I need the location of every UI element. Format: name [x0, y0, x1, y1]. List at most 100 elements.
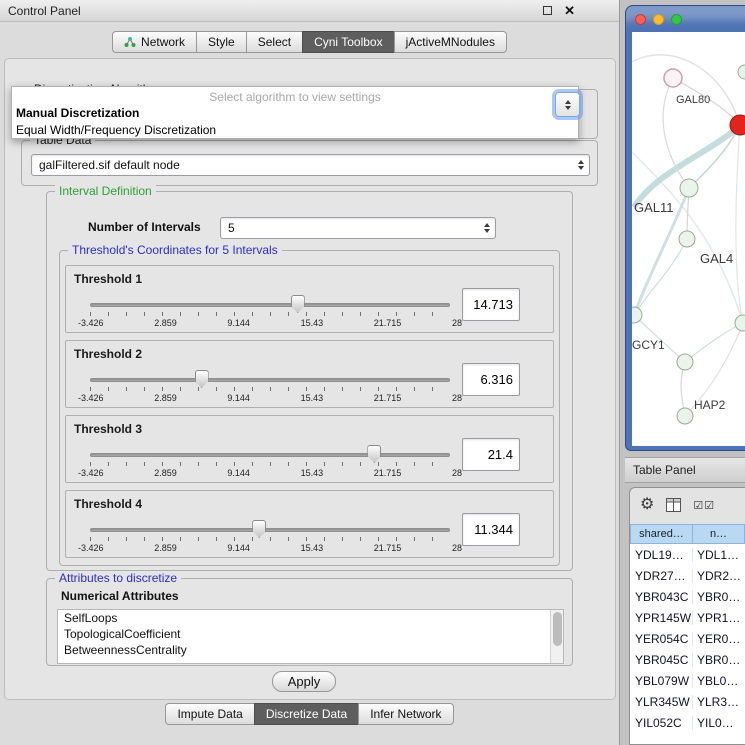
- threshold-4-box: Threshold 4 -3.4262.8599.14415.4321.7152…: [65, 490, 554, 558]
- tab-infer-network[interactable]: Infer Network: [358, 703, 453, 725]
- slider-track[interactable]: [90, 453, 450, 457]
- list-item[interactable]: SelfLoops: [58, 610, 563, 626]
- slider-thumb[interactable]: [367, 445, 381, 463]
- tab-select[interactable]: Select: [246, 31, 302, 53]
- gene-node[interactable]: [677, 354, 693, 370]
- threshold-2-slider[interactable]: [90, 371, 450, 393]
- tab-impute-data[interactable]: Impute Data: [165, 703, 253, 725]
- network-view-window: GAL80 GAL11 GAL4 GCY1 HAP2: [625, 5, 745, 451]
- threshold-4-slider[interactable]: [90, 521, 450, 543]
- table-panel-header: Table Panel: [625, 457, 745, 483]
- list-scrollbar[interactable]: [550, 610, 563, 663]
- threshold-3-label: Threshold 3: [74, 422, 142, 436]
- threshold-1-value-field[interactable]: [462, 288, 520, 321]
- gene-node-gal11[interactable]: [680, 179, 698, 197]
- apply-button[interactable]: Apply: [272, 671, 336, 692]
- threshold-4-value-field[interactable]: [462, 513, 520, 546]
- slider-track[interactable]: [90, 303, 450, 307]
- numerical-attributes-list[interactable]: SelfLoopsTopologicalCoefficientBetweenne…: [57, 609, 564, 664]
- close-icon[interactable]: ✕: [564, 4, 575, 17]
- algorithm-placeholder: Select algorithm to view settings: [12, 87, 578, 105]
- gene-node-gal80[interactable]: [664, 69, 682, 87]
- slider-ticks: [90, 537, 450, 541]
- num-intervals-value: 5: [221, 221, 235, 235]
- float-window-icon[interactable]: [543, 6, 552, 15]
- dropdown-option-manual[interactable]: Manual Discretization: [12, 105, 578, 122]
- table-data-group: Table Data galFiltered.sif default node: [21, 140, 598, 186]
- slider-thumb[interactable]: [195, 370, 209, 388]
- algorithm-dropdown-popup: Select algorithm to view settings Manual…: [11, 86, 579, 139]
- gene-node-gal4[interactable]: [679, 231, 695, 247]
- table-data-combo[interactable]: galFiltered.sif default node: [31, 154, 590, 176]
- table-row[interactable]: YPR145W YPR1…: [630, 607, 745, 628]
- tab-cyni-toolbox[interactable]: Cyni Toolbox: [302, 31, 393, 53]
- control-panel-window: Control Panel ✕ Network Style Select Cyn…: [0, 0, 620, 745]
- gene-node[interactable]: [735, 315, 745, 331]
- slider-ticks: [90, 462, 450, 466]
- threshold-3-value-field[interactable]: [462, 438, 520, 471]
- table-row[interactable]: YER054C YER0…: [630, 628, 745, 649]
- threshold-2-box: Threshold 2 -3.4262.8599.14415.4321.7152…: [65, 340, 554, 408]
- slider-ticks: [90, 312, 450, 316]
- top-tabbar: Network Style Select Cyni Toolbox jActiv…: [0, 31, 619, 53]
- num-intervals-combo[interactable]: 5: [220, 217, 496, 239]
- threshold-1-slider[interactable]: [90, 296, 450, 318]
- table-row[interactable]: YDR27… YDR2…: [630, 565, 745, 586]
- slider-thumb[interactable]: [291, 295, 305, 313]
- table-row[interactable]: YIL052C YIL0…: [630, 712, 745, 733]
- interval-group-title: Interval Definition: [55, 184, 156, 198]
- thresholds-group: Threshold's Coordinates for 5 Intervals …: [59, 250, 560, 566]
- columns-icon[interactable]: [666, 498, 681, 512]
- table-row[interactable]: YBR045C YBR0…: [630, 649, 745, 670]
- node-label-gal11: GAL11: [634, 200, 674, 215]
- num-intervals-label: Number of Intervals: [88, 220, 201, 234]
- table-row[interactable]: YBR043C YBR0…: [630, 586, 745, 607]
- node-label-gal4: GAL4: [700, 251, 733, 266]
- slider-ticks: [90, 387, 450, 391]
- slider-tick-labels: -3.4262.8599.14415.4321.71528: [78, 543, 462, 553]
- minimize-window-icon[interactable]: [653, 14, 664, 25]
- threshold-3-box: Threshold 3 -3.4262.8599.14415.4321.7152…: [65, 415, 554, 483]
- combo-stepper-icon: [484, 223, 490, 233]
- threshold-3-slider[interactable]: [90, 446, 450, 468]
- network-canvas[interactable]: GAL80 GAL11 GAL4 GCY1 HAP2: [632, 32, 745, 446]
- gear-icon[interactable]: ⚙: [640, 497, 654, 513]
- slider-track[interactable]: [90, 378, 450, 382]
- threshold-2-value-field[interactable]: [462, 363, 520, 396]
- list-item[interactable]: BetweennessCentrality: [58, 642, 563, 658]
- gene-node-hap2[interactable]: [677, 408, 693, 424]
- select-columns-icon[interactable]: ☑☑: [693, 499, 715, 512]
- algorithm-combo-stepper[interactable]: [555, 92, 580, 117]
- scrollbar-thumb[interactable]: [553, 612, 562, 646]
- tab-jactivemnodules[interactable]: jActiveMNodules: [394, 31, 507, 53]
- threshold-1-label: Threshold 1: [74, 272, 142, 286]
- gene-node[interactable]: [738, 65, 745, 79]
- node-label-gal80: GAL80: [676, 94, 710, 106]
- node-label-hap2: HAP2: [694, 398, 725, 412]
- list-item[interactable]: TopologicalCoefficient: [58, 626, 563, 642]
- table-row[interactable]: YDL19… YDL1…: [630, 544, 745, 565]
- column-header-name[interactable]: n…: [693, 524, 745, 544]
- highlighted-node[interactable]: [730, 115, 745, 135]
- close-window-icon[interactable]: [635, 14, 646, 25]
- column-header-shared[interactable]: shared…: [630, 524, 693, 544]
- tab-style[interactable]: Style: [196, 31, 246, 53]
- dropdown-option-equal-width[interactable]: Equal Width/Frequency Discretization: [12, 122, 578, 139]
- panel-title: Control Panel: [8, 4, 81, 18]
- stepper-up-icon: [565, 100, 571, 104]
- window-traffic-lights: [635, 14, 682, 25]
- tab-discretize-data[interactable]: Discretize Data: [254, 703, 358, 725]
- tab-network[interactable]: Network: [112, 31, 196, 53]
- table-data-combo-value: galFiltered.sif default node: [32, 158, 180, 172]
- stepper-down-icon: [565, 106, 571, 110]
- table-row[interactable]: YBL079W YBL0…: [630, 670, 745, 691]
- cyni-panel-body: Discretization Algorithm Select algorith…: [4, 58, 616, 700]
- slider-tick-labels: -3.4262.8599.14415.4321.71528: [78, 468, 462, 478]
- zoom-window-icon[interactable]: [671, 14, 682, 25]
- table-row[interactable]: YLR345W YLR3…: [630, 691, 745, 712]
- slider-thumb[interactable]: [252, 520, 266, 538]
- slider-track[interactable]: [90, 528, 450, 532]
- combo-stepper-icon: [578, 160, 584, 170]
- threshold-2-label: Threshold 2: [74, 347, 142, 361]
- tab-label: Network: [141, 35, 185, 49]
